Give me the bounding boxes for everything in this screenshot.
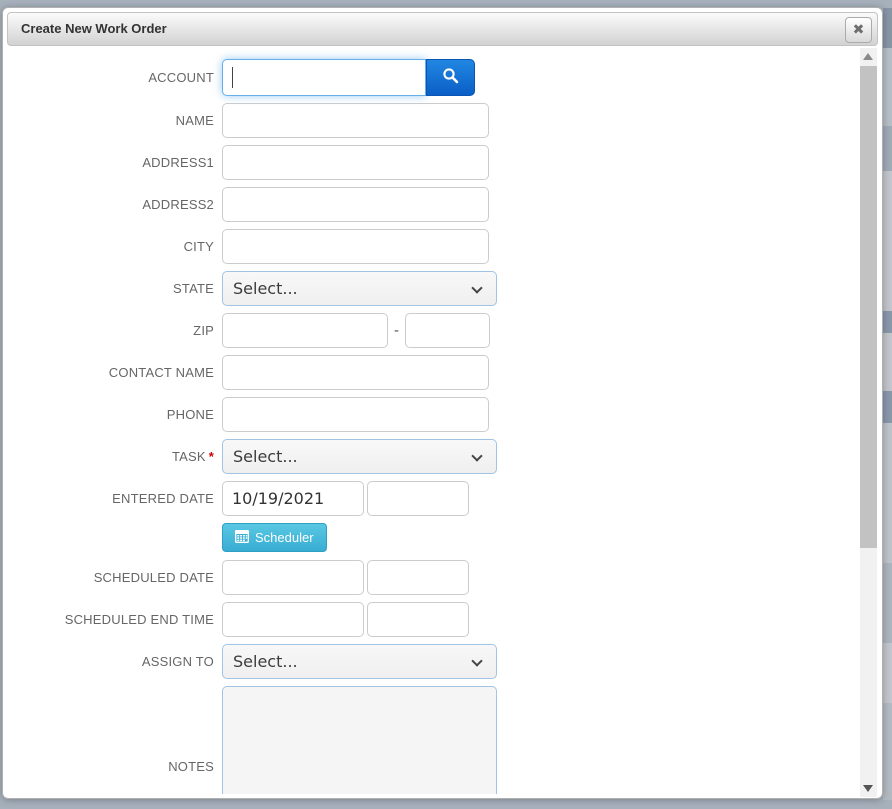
- account-row: ACCOUNT: [7, 59, 878, 96]
- name-row: NAME: [7, 103, 878, 138]
- account-search-button[interactable]: [426, 59, 475, 96]
- field-label-notes: NOTES: [7, 759, 222, 774]
- scheduled-date-input[interactable]: [222, 560, 364, 595]
- field-label-task: TASK*: [7, 449, 222, 464]
- scrollbar-thumb[interactable]: [860, 66, 877, 548]
- scheduler-button[interactable]: Scheduler: [222, 523, 327, 552]
- zip-plus4-input[interactable]: [405, 313, 490, 348]
- field-label-account: ACCOUNT: [7, 70, 222, 85]
- field-label-name: NAME: [7, 113, 222, 128]
- field-label-assign-to: ASSIGN TO: [7, 654, 222, 669]
- state-row: STATE Select...: [7, 271, 878, 306]
- scheduled-end-time-row: SCHEDULED END TIME: [7, 602, 878, 637]
- notes-textarea[interactable]: [222, 686, 497, 794]
- address1-row: ADDRESS1: [7, 145, 878, 180]
- required-asterisk: *: [209, 449, 214, 464]
- dialog-header: Create New Work Order ✖: [7, 12, 878, 46]
- field-label-address1: ADDRESS1: [7, 155, 222, 170]
- scroll-up-arrow[interactable]: [860, 48, 877, 65]
- zip-separator: -: [394, 322, 399, 339]
- zip-row: ZIP -: [7, 313, 878, 348]
- scheduled-end-time-input[interactable]: [367, 602, 469, 637]
- field-label-phone: PHONE: [7, 407, 222, 422]
- phone-input[interactable]: [222, 397, 489, 432]
- scheduler-button-label: Scheduler: [255, 530, 314, 545]
- field-label-scheduled-end-time: SCHEDULED END TIME: [7, 612, 222, 627]
- name-input[interactable]: [222, 103, 489, 138]
- chevron-down-icon: [471, 450, 482, 461]
- page-background-strip: [883, 0, 892, 809]
- field-label-zip: ZIP: [7, 323, 222, 338]
- field-label-entered-date: ENTERED DATE: [7, 491, 222, 506]
- chevron-down-icon: [471, 655, 482, 666]
- field-label-state: STATE: [7, 281, 222, 296]
- assign-to-select-value: Select...: [233, 652, 298, 671]
- scheduled-time-input[interactable]: [367, 560, 469, 595]
- task-row: TASK* Select...: [7, 439, 878, 474]
- field-label-address2: ADDRESS2: [7, 197, 222, 212]
- scroll-down-arrow[interactable]: [860, 780, 877, 797]
- dialog-title: Create New Work Order: [8, 13, 877, 45]
- close-icon: ✖: [853, 22, 865, 38]
- city-row: CITY: [7, 229, 878, 264]
- calendar-icon: [235, 530, 249, 546]
- create-work-order-dialog: Create New Work Order ✖ ACCOUNT: [2, 7, 883, 799]
- scheduled-date-row: SCHEDULED DATE: [7, 560, 878, 595]
- assign-to-select[interactable]: Select...: [222, 644, 497, 679]
- city-input[interactable]: [222, 229, 489, 264]
- triangle-down-icon: [863, 785, 873, 792]
- zip-input[interactable]: [222, 313, 388, 348]
- state-select[interactable]: Select...: [222, 271, 497, 306]
- contact-name-row: CONTACT NAME: [7, 355, 878, 390]
- entered-date-input[interactable]: [222, 481, 364, 516]
- chevron-down-icon: [471, 282, 482, 293]
- phone-row: PHONE: [7, 397, 878, 432]
- search-icon: [442, 67, 459, 89]
- field-label-city: CITY: [7, 239, 222, 254]
- entered-date-row: ENTERED DATE: [7, 481, 878, 516]
- dialog-body: ACCOUNT NAME ADDRESS1: [7, 46, 878, 794]
- notes-row: NOTES: [7, 686, 878, 794]
- close-button[interactable]: ✖: [845, 17, 872, 43]
- triangle-up-icon: [863, 53, 873, 60]
- assign-to-row: ASSIGN TO Select...: [7, 644, 878, 679]
- field-label-contact-name: CONTACT NAME: [7, 365, 222, 380]
- field-label-scheduled-date: SCHEDULED DATE: [7, 570, 222, 585]
- task-select[interactable]: Select...: [222, 439, 497, 474]
- task-select-value: Select...: [233, 447, 298, 466]
- state-select-value: Select...: [233, 279, 298, 298]
- scheduled-end-date-input[interactable]: [222, 602, 364, 637]
- account-input[interactable]: [222, 59, 426, 96]
- address1-input[interactable]: [222, 145, 489, 180]
- account-input-group: [222, 59, 475, 96]
- text-caret: [232, 67, 233, 88]
- entered-time-input[interactable]: [367, 481, 469, 516]
- address2-input[interactable]: [222, 187, 489, 222]
- vertical-scrollbar[interactable]: [860, 48, 877, 797]
- contact-name-input[interactable]: [222, 355, 489, 390]
- address2-row: ADDRESS2: [7, 187, 878, 222]
- scheduler-row: Scheduler: [7, 523, 878, 552]
